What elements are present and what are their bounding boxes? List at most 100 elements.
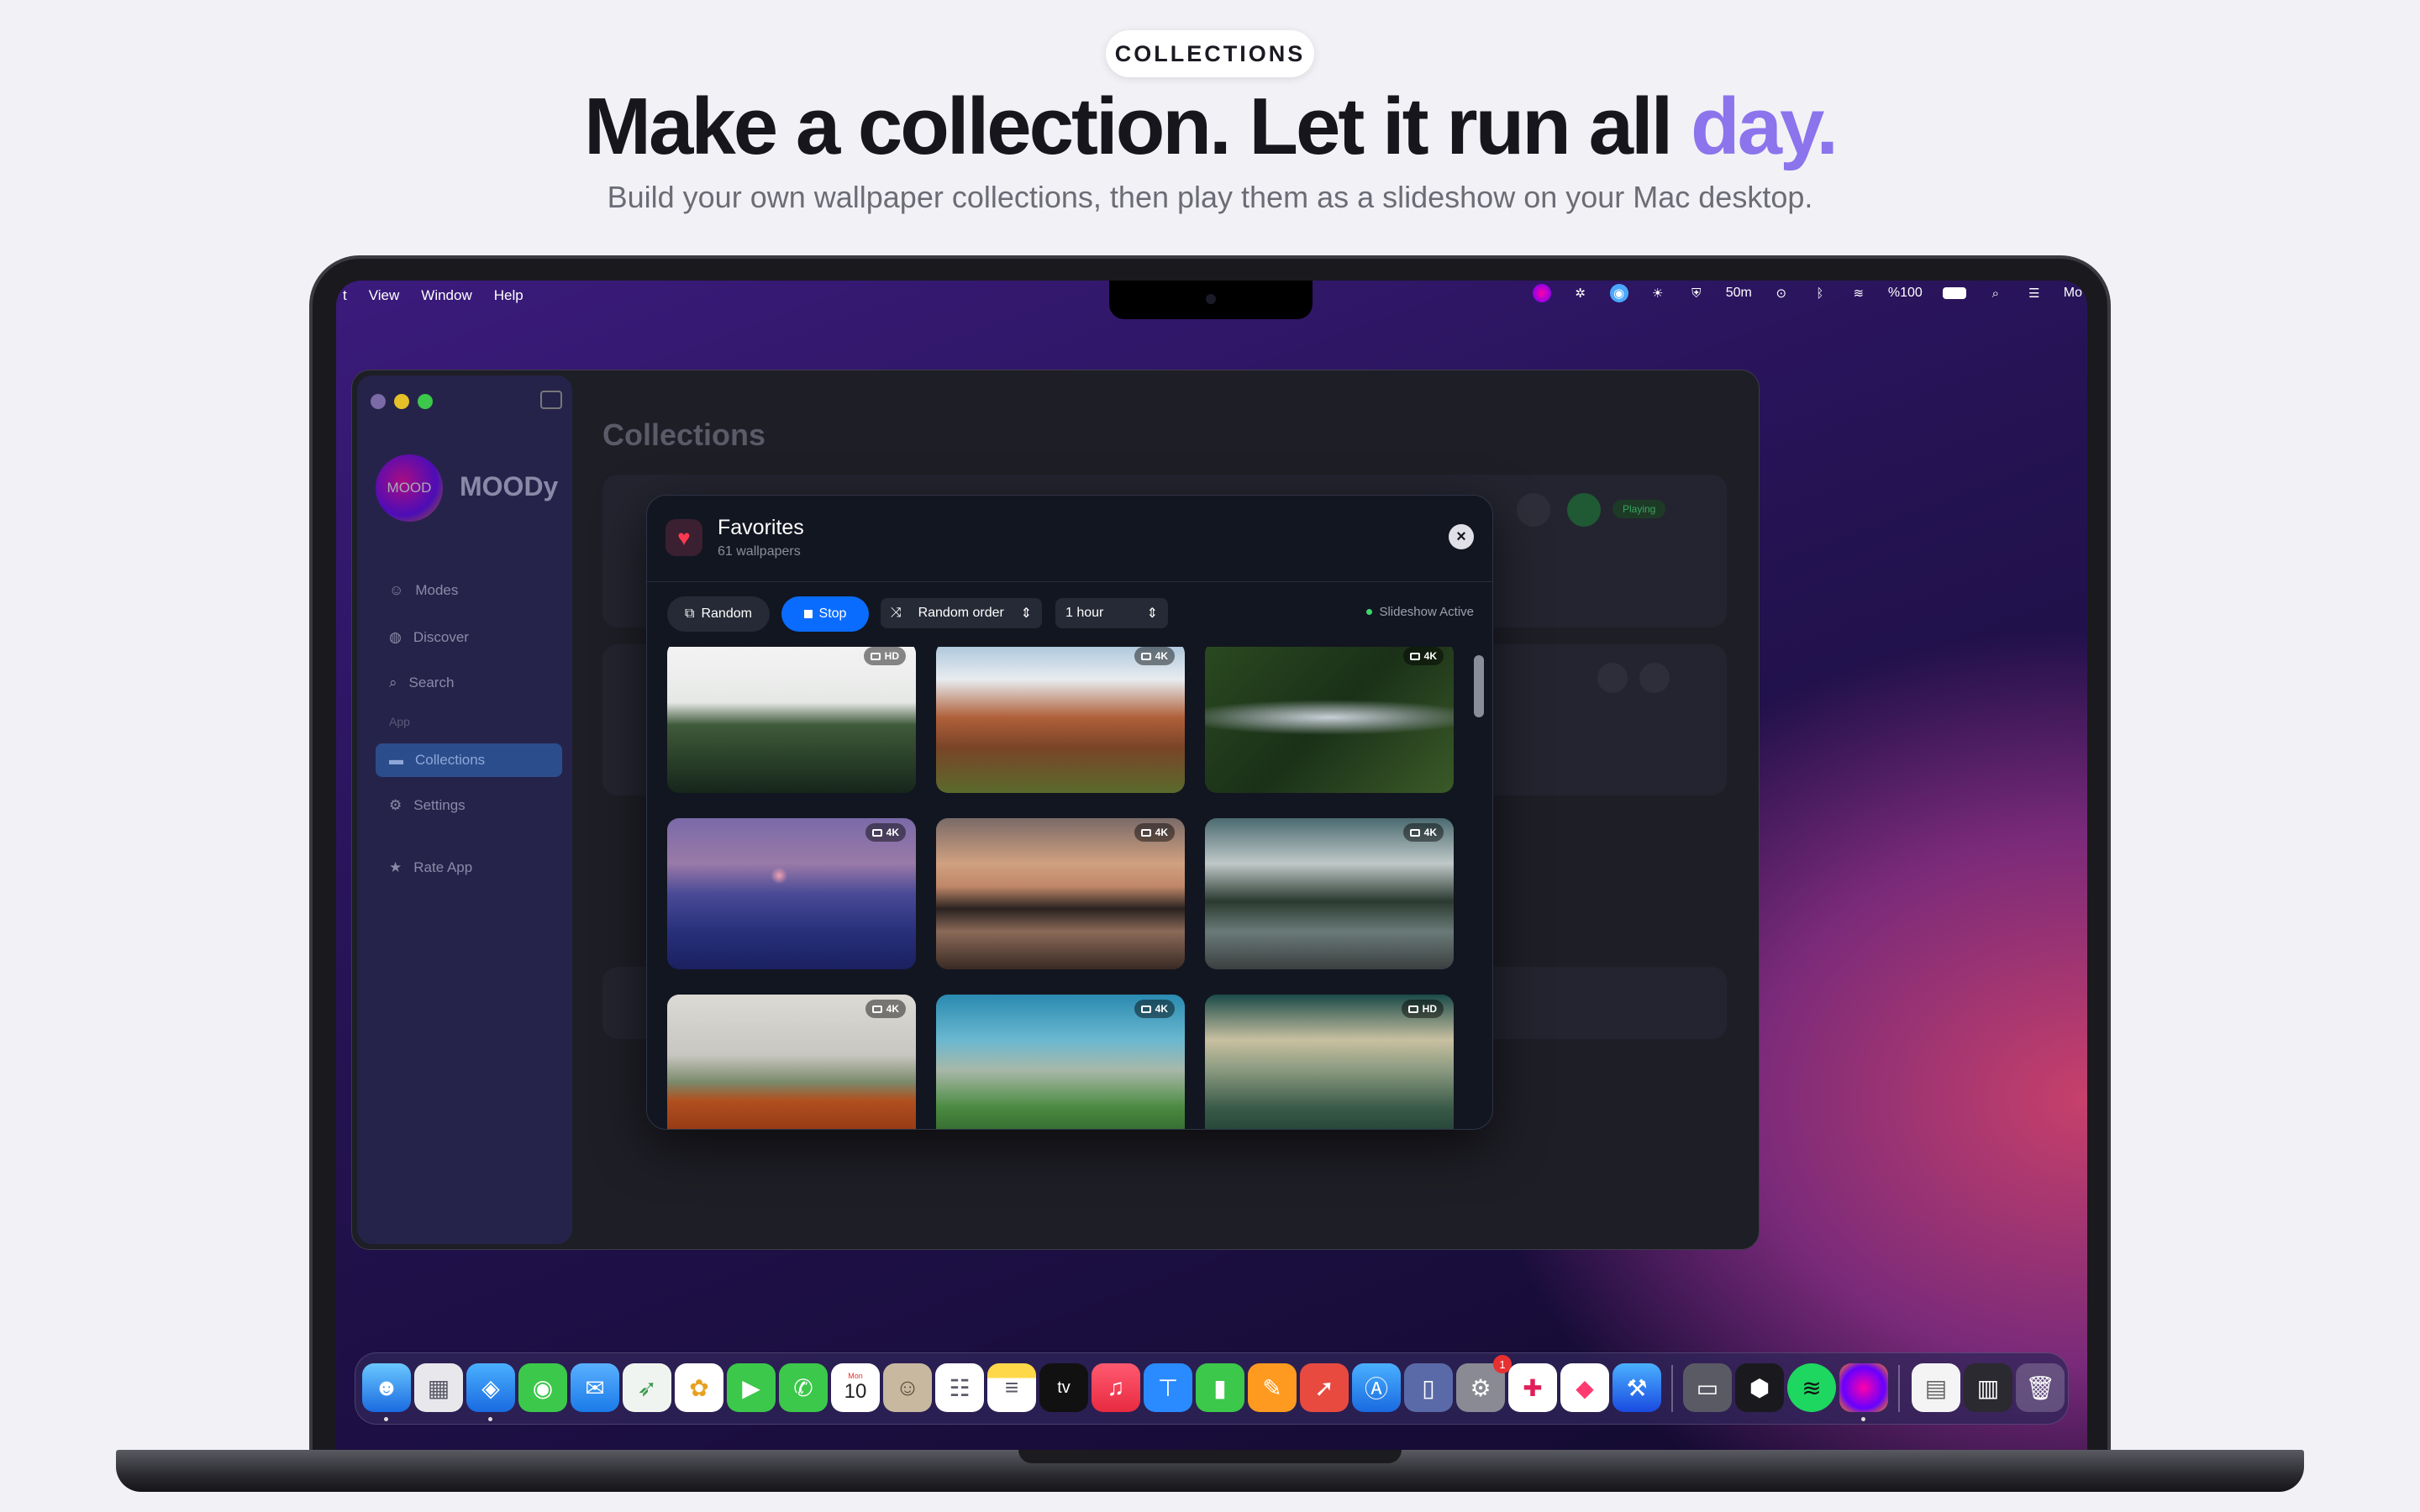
display-icon — [870, 652, 881, 660]
sidebar: MOOD MOODy ☺ Modes ◍ Discover ⌕ Search App … — [357, 375, 572, 1244]
close-window-button[interactable] — [371, 394, 386, 409]
pages-icon[interactable]: ✎ — [1248, 1363, 1297, 1412]
clock-text[interactable]: Mo — [2064, 286, 2082, 301]
apple-tv-icon[interactable]: tv — [1039, 1363, 1088, 1412]
xcode-icon[interactable]: ⚒ — [1612, 1363, 1661, 1412]
wallpaper-tile-mountain-road[interactable]: 4K — [1205, 818, 1454, 969]
timer-text[interactable]: 50m — [1726, 286, 1752, 301]
battery-icon[interactable] — [1942, 287, 1966, 299]
heart-icon: ♥ — [666, 519, 702, 556]
order-select[interactable]: ⤨ Random order ⇕ — [881, 598, 1042, 628]
notes-icon[interactable]: ≡ — [987, 1363, 1036, 1412]
facetime-icon[interactable]: ▶ — [727, 1363, 776, 1412]
resolution-badge: 4K — [1402, 647, 1444, 665]
sidebar-item-settings[interactable]: ⚙ Settings — [376, 789, 562, 822]
menu-view[interactable]: View — [369, 287, 400, 304]
masks-icon: ☺ — [389, 582, 404, 598]
copy-icon[interactable] — [1597, 663, 1628, 693]
chevron-updown-icon: ⇕ — [1146, 606, 1158, 621]
modal-title: Favorites — [718, 516, 804, 539]
menu-app[interactable]: t — [343, 287, 347, 304]
shield-icon[interactable]: ⛨ — [1687, 284, 1706, 302]
numbers-icon[interactable]: ▮ — [1196, 1363, 1244, 1412]
display-icon — [1409, 652, 1420, 660]
sidebar-item-search[interactable]: ⌕ Search — [376, 666, 562, 700]
moody-menu-icon[interactable] — [1532, 284, 1551, 302]
maps-icon[interactable]: ➶ — [623, 1363, 671, 1412]
spotify-icon[interactable]: ≋ — [1787, 1363, 1836, 1412]
running-indicator — [1861, 1417, 1865, 1421]
brightness-icon[interactable]: ☀ — [1649, 284, 1667, 302]
wallpaper-tile-pine-forest[interactable]: HD — [667, 647, 916, 793]
wallpaper-grid: HD 4K 4K 4K 4K 4K 4K 4K HD — [667, 647, 1457, 1129]
modal-subtitle: 61 wallpapers — [718, 544, 801, 559]
wallpaper-tile-canyon[interactable]: 4K — [936, 647, 1185, 793]
spotlight-search-icon[interactable]: ⌕ — [1986, 284, 2005, 302]
wallpaper-tile-purple-sunset[interactable]: 4K — [667, 818, 916, 969]
keynote-icon[interactable]: ⊤ — [1144, 1363, 1192, 1412]
messages-icon[interactable]: ◉ — [518, 1363, 567, 1412]
wallpaper-tile-tulip-field[interactable]: 4K — [667, 995, 916, 1129]
divider — [647, 581, 1492, 582]
play-icon[interactable] — [1639, 663, 1670, 693]
trash-icon[interactable]: 🗑 — [2016, 1363, 2065, 1412]
interval-label: 1 hour — [1065, 606, 1104, 620]
mail-icon[interactable]: ✉ — [571, 1363, 619, 1412]
music-icon[interactable]: ♫ — [1092, 1363, 1140, 1412]
battery-text[interactable]: %100 — [1888, 286, 1923, 301]
display-icon — [1140, 652, 1151, 660]
interval-select[interactable]: 1 hour ⇕ — [1055, 598, 1168, 628]
rocket-icon[interactable]: ➚ — [1300, 1363, 1349, 1412]
preview-icon[interactable]: ▭ — [1683, 1363, 1732, 1412]
phone-icon[interactable]: ✆ — [779, 1363, 828, 1412]
sidebar-item-collections[interactable]: ▬ Collections — [376, 743, 562, 777]
photos-icon[interactable]: ✿ — [675, 1363, 723, 1412]
vpn-icon[interactable]: ◉ — [1609, 284, 1628, 302]
wallpaper-tile-green-hills[interactable]: HD — [1205, 995, 1454, 1129]
zoom-window-button[interactable] — [418, 394, 433, 409]
sidebar-toggle-icon[interactable] — [540, 391, 562, 409]
wifi-icon[interactable]: ≋ — [1849, 284, 1868, 302]
wallpaper-tile-river-aerial[interactable]: 4K — [1205, 647, 1454, 793]
play-circle-icon[interactable]: ⊙ — [1772, 284, 1791, 302]
resolution-badge: HD — [1401, 1000, 1444, 1018]
stop-button[interactable]: Stop — [781, 596, 869, 632]
menu-help[interactable]: Help — [494, 287, 523, 304]
document-icon[interactable]: ▤ — [1912, 1363, 1960, 1412]
downloads-stack-icon[interactable]: ▥ — [1964, 1363, 2012, 1412]
wallpaper-tile-alpine-valley[interactable]: 4K — [936, 995, 1185, 1129]
close-icon[interactable]: × — [1449, 524, 1474, 549]
resolution-badge: 4K — [1134, 1000, 1175, 1018]
scrollbar[interactable] — [1474, 655, 1484, 717]
random-button[interactable]: ⧉ Random — [667, 596, 770, 632]
menu-window[interactable]: Window — [421, 287, 471, 304]
simulator-icon[interactable]: ▯ — [1404, 1363, 1453, 1412]
wallpaper-tile-lake-dusk[interactable]: 4K — [936, 818, 1185, 969]
finder-icon[interactable]: ☻ — [362, 1363, 411, 1412]
moody-dock-icon[interactable] — [1839, 1363, 1888, 1412]
sidebar-item-label: Search — [408, 675, 455, 690]
copy-icon[interactable] — [1517, 493, 1550, 527]
control-center-icon[interactable]: ☰ — [2025, 284, 2044, 302]
reminders-icon[interactable]: ☷ — [935, 1363, 984, 1412]
sidebar-item-modes[interactable]: ☺ Modes — [376, 574, 562, 607]
cube-icon[interactable]: ⬢ — [1735, 1363, 1784, 1412]
safari-icon[interactable]: ◈ — [466, 1363, 515, 1412]
slideshow-status: Slideshow Active — [1366, 605, 1474, 619]
stop-icon[interactable] — [1567, 493, 1601, 527]
dock-separator — [1898, 1365, 1900, 1412]
compass-icon: ◍ — [389, 629, 402, 645]
launchpad-icon[interactable]: ▦ — [414, 1363, 463, 1412]
fan-icon[interactable]: ✲ — [1571, 284, 1590, 302]
resolution-badge: 4K — [1134, 647, 1175, 665]
calendar-icon[interactable]: Mon 10 — [831, 1363, 880, 1412]
bluetooth-icon[interactable]: ᛒ — [1811, 284, 1829, 302]
resolution-badge: 4K — [865, 823, 906, 842]
slack-icon[interactable]: ✚ — [1508, 1363, 1557, 1412]
app-store-icon[interactable]: Ⓐ — [1352, 1363, 1401, 1412]
contacts-icon[interactable]: ☺ — [883, 1363, 932, 1412]
minimize-window-button[interactable] — [394, 394, 409, 409]
sidebar-item-discover[interactable]: ◍ Discover — [376, 621, 562, 654]
craft-icon[interactable]: ◆ — [1560, 1363, 1609, 1412]
sidebar-item-rate-app[interactable]: ★ Rate App — [376, 851, 562, 885]
